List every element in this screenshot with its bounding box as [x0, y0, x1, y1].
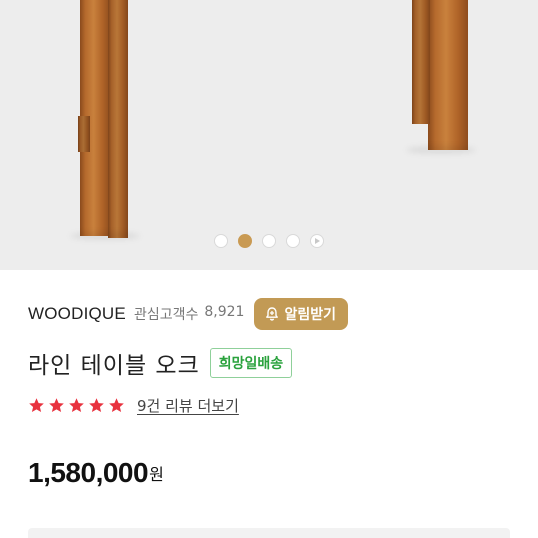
star-rating	[28, 397, 125, 414]
star-icon	[49, 397, 64, 412]
delivery-tag: 희망일배송	[209, 348, 293, 378]
price-row: 1,580,000 원	[28, 455, 164, 489]
carousel-dot-active[interactable]	[238, 234, 252, 248]
table-leg-right-inner	[412, 0, 430, 124]
brand-row: WOODIQUE 관심고객수 8,921 알림받기	[28, 298, 510, 330]
star-icon	[29, 397, 44, 412]
leg-shadow	[406, 146, 476, 154]
table-leg-right	[428, 0, 468, 150]
fans-count: 관심고객수 8,921	[134, 304, 245, 324]
carousel-play-icon[interactable]	[310, 234, 324, 248]
rating-row: 9건 리뷰 더보기	[28, 394, 239, 416]
carousel-dot[interactable]	[262, 234, 276, 248]
option-select-box[interactable]	[28, 528, 510, 538]
product-title: 라인 테이블 오크	[28, 353, 200, 379]
fans-value: 8,921	[204, 304, 245, 320]
carousel-dot[interactable]	[214, 234, 228, 248]
price-currency: 원	[149, 465, 164, 484]
alert-button[interactable]: 알림받기	[254, 298, 348, 330]
product-image[interactable]	[0, 0, 538, 270]
table-leg-left-back	[108, 0, 128, 238]
table-leg-left-front	[78, 116, 90, 152]
star-icon	[109, 397, 124, 412]
alert-button-label: 알림받기	[284, 307, 336, 323]
carousel-dot[interactable]	[286, 234, 300, 248]
carousel-indicator	[0, 234, 538, 248]
star-icon	[89, 397, 104, 412]
product-title-row: 라인 테이블 오크 희망일배송	[28, 345, 510, 381]
fans-label: 관심고객수	[133, 307, 199, 323]
bell-plus-icon	[266, 307, 279, 321]
review-link[interactable]: 9건 리뷰 더보기	[137, 395, 239, 416]
price-amount: 1,580,000	[28, 457, 149, 488]
star-icon	[69, 397, 84, 412]
brand-name[interactable]: WOODIQUE	[28, 304, 126, 324]
